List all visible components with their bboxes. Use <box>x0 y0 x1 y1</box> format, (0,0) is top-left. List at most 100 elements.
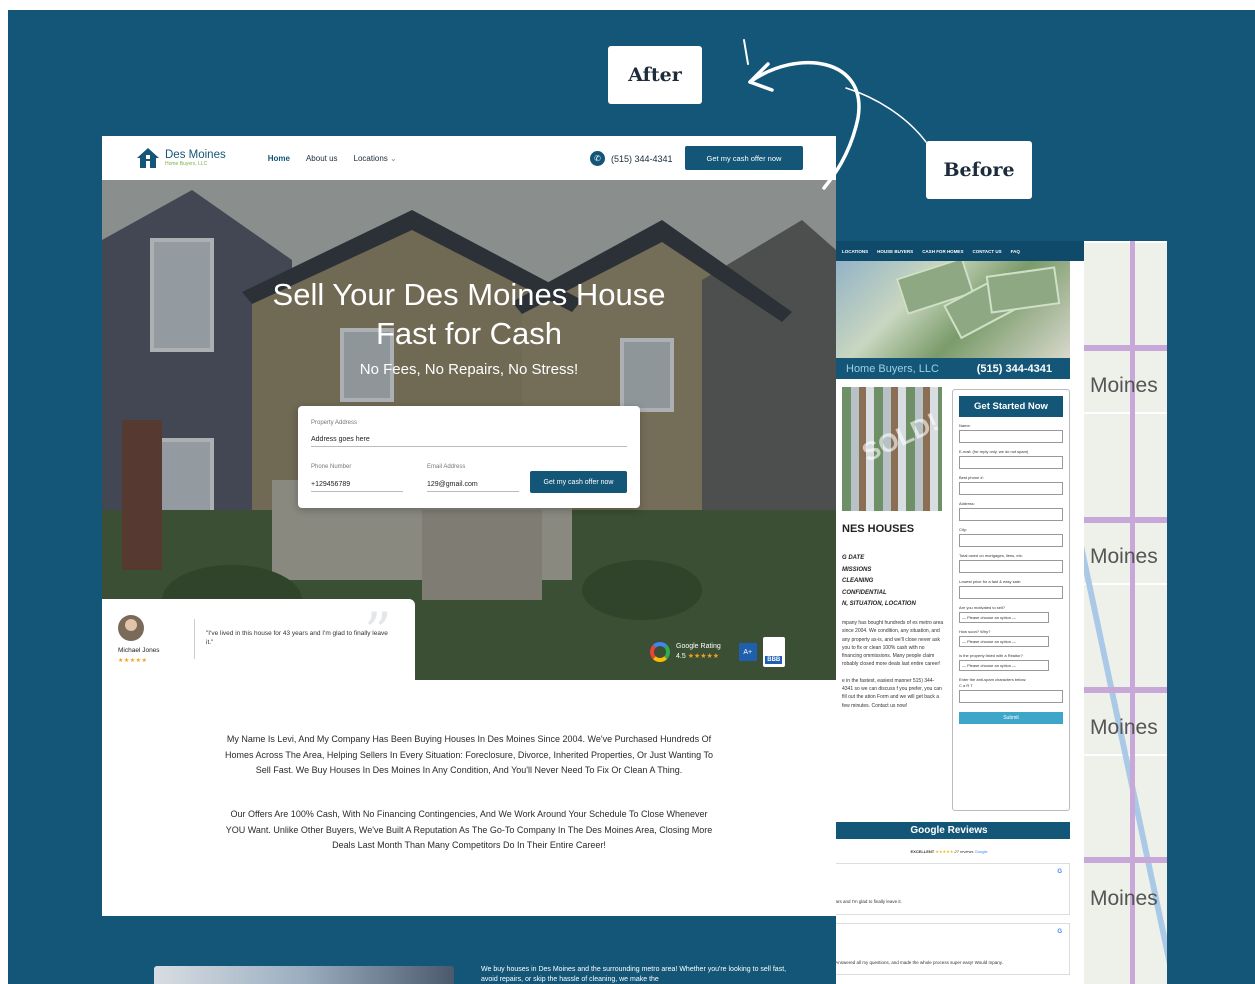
services-band: We buy houses in Des Moines and the surr… <box>102 916 836 984</box>
curved-arrow-icon <box>743 39 927 190</box>
map-label: Moines <box>1090 545 1158 568</box>
property-address-input[interactable]: Address goes here <box>311 436 627 447</box>
phone-input[interactable]: +129456789 <box>311 481 403 492</box>
field-label: City: <box>959 527 967 532</box>
before-nav-item[interactable]: LOCATIONS <box>842 249 868 254</box>
logo[interactable]: Des Moines Home Buyers, LLC <box>136 147 226 169</box>
nav-locations-label: Locations <box>353 153 388 163</box>
phone-field[interactable] <box>959 482 1063 495</box>
bbb-grade: A+ <box>738 643 757 661</box>
google-rating: Google Rating 4.5 ★★★★★ <box>676 642 721 662</box>
city-field[interactable] <box>959 534 1063 547</box>
excellent-label: EXCELLENT <box>910 849 935 854</box>
field-label: Are you motivated to sell? <box>959 605 1006 610</box>
hero-title: Sell Your Des Moines House Fast for Cash <box>202 275 736 353</box>
google-rating-label: Google Rating <box>676 643 721 650</box>
about-paragraph-1: My Name Is Levi, And My Company Has Been… <box>224 734 714 775</box>
logo-subtitle: Home Buyers, LLC <box>165 160 208 167</box>
google-wordmark: Google <box>974 849 988 854</box>
field-label: Address: <box>959 501 975 506</box>
map-label: Moines <box>1090 887 1158 910</box>
header-phone[interactable]: ✆ (515) 344-4341 <box>590 151 673 166</box>
nav-home[interactable]: Home <box>268 154 290 163</box>
mortgage-field[interactable] <box>959 560 1063 573</box>
house-icon <box>137 148 159 168</box>
review-card: G ears and I'm glad to finally leave it. <box>828 863 1070 915</box>
field-label: How soon? Why? <box>959 629 991 634</box>
nav-locations[interactable]: Locations ⌄ <box>354 154 397 163</box>
address-field[interactable] <box>959 508 1063 521</box>
sold-houses-collage: SOLD! <box>842 387 944 511</box>
before-nav-item[interactable]: HOUSE BUYERS <box>877 249 913 254</box>
chevron-down-icon: ⌄ <box>390 153 397 163</box>
before-submit-button[interactable]: Submit <box>959 712 1063 724</box>
list-item: N, SITUATION, LOCATION <box>842 601 916 607</box>
field-label: E-mail: (for reply only, we do not spam) <box>959 449 1029 454</box>
before-hero-image <box>828 261 1070 358</box>
before-brand-text: Home Buyers, LLC <box>846 362 939 375</box>
before-phone[interactable]: (515) 344-4341 <box>977 363 1052 375</box>
before-paragraph-2: e in the fastest, easiest manner 515) 34… <box>842 677 942 709</box>
realtor-select[interactable]: — Please choose an option — <box>959 660 1049 671</box>
phone-icon: ✆ <box>590 151 605 166</box>
after-navbar: Des Moines Home Buyers, LLC Home About u… <box>102 136 836 180</box>
timing-select[interactable]: — Please choose an option — <box>959 636 1049 647</box>
review-count: 27 reviews <box>954 849 974 854</box>
divider <box>194 619 195 659</box>
email-input[interactable]: 129@gmail.com <box>427 481 519 492</box>
captcha-field[interactable] <box>959 690 1063 703</box>
list-item: CONFIDENTIAL <box>842 589 887 596</box>
motivation-select[interactable]: — Please choose an option — <box>959 612 1049 623</box>
about-section: My Name Is Levi, And My Company Has Been… <box>102 680 836 916</box>
before-brand-bar: Home Buyers, LLC (515) 344-4341 <box>828 358 1070 379</box>
field-label: Name: <box>959 423 971 428</box>
field-label: Enter the anti-spam characters below: <box>959 677 1027 682</box>
before-heading: NES HOUSES <box>842 523 915 535</box>
services-text: We buy houses in Des Moines and the surr… <box>481 966 787 983</box>
quote-mark-icon: ” <box>364 601 392 664</box>
hero-section: Sell Your Des Moines House Fast for Cash… <box>102 180 836 680</box>
review-text: ! Answered all my questions, and made th… <box>833 960 1003 965</box>
email-label: Email Address <box>427 464 466 470</box>
about-paragraph-2: Our Offers Are 100% Cash, With No Financ… <box>225 809 713 850</box>
google-rating-score: 4.5 <box>676 653 686 660</box>
google-g-icon: G <box>1057 929 1062 935</box>
reviews-summary: EXCELLENT ★★★★★ 27 reviews Google <box>828 849 1070 854</box>
before-nav-item[interactable]: CONTACT US <box>972 249 1001 254</box>
nav-about[interactable]: About us <box>306 154 338 163</box>
field-label: Is the property listed with a Realtor? <box>959 653 1023 658</box>
before-nav-item[interactable]: FAQ <box>1011 249 1020 254</box>
rating-badges: Google Rating 4.5 ★★★★★ A+ BBB <box>650 637 785 667</box>
phone-number: (515) 344-4341 <box>611 153 673 164</box>
name-field[interactable] <box>959 430 1063 443</box>
hero-cash-offer-button[interactable]: Get my cash offer now <box>530 471 627 493</box>
bbb-label: BBB <box>765 656 783 664</box>
email-field[interactable] <box>959 456 1063 469</box>
before-benefits-list: G DATE MISSIONS CLEANING CONFIDENTIAL N,… <box>842 553 916 611</box>
before-screenshot: LOCATIONS HOUSE BUYERS CASH FOR HOMES CO… <box>828 241 1167 984</box>
price-field[interactable] <box>959 586 1063 599</box>
testimonial-card: Michael Jones ★★★★★ "I've lived in this … <box>102 599 415 680</box>
logo-title: Des Moines <box>165 148 226 161</box>
field-label: Total owed on mortgages, liens, etc: <box>959 553 1023 558</box>
before-nav-item[interactable]: CASH FOR HOMES <box>922 249 963 254</box>
map-label: Moines <box>1090 716 1158 739</box>
sold-stamp: SOLD! <box>857 406 944 468</box>
avatar <box>118 615 144 641</box>
summary-stars: ★★★★★ <box>935 849 954 854</box>
hero-title-line-1: Sell Your Des Moines House <box>272 277 666 312</box>
google-rating-stars: ★★★★★ <box>687 653 720 660</box>
list-item: CLEANING <box>842 578 874 584</box>
services-photo <box>154 966 454 984</box>
after-label: After <box>608 46 702 104</box>
list-item: G DATE <box>842 555 865 561</box>
before-label: Before <box>926 141 1032 199</box>
before-paragraph-1: mpany has bought hundreds of es metro ar… <box>842 620 944 668</box>
hero-offer-form: Property Address Address goes here Phone… <box>298 406 640 508</box>
map-label: Moines <box>1090 374 1158 397</box>
field-label: Best phone #: <box>959 475 984 480</box>
after-screenshot: Des Moines Home Buyers, LLC Home About u… <box>102 136 836 984</box>
before-form-title: Get Started Now <box>959 396 1063 417</box>
hero-subtitle: No Fees, No Repairs, No Stress! <box>359 361 579 378</box>
main-menu: Home About us Locations ⌄ <box>268 154 397 163</box>
